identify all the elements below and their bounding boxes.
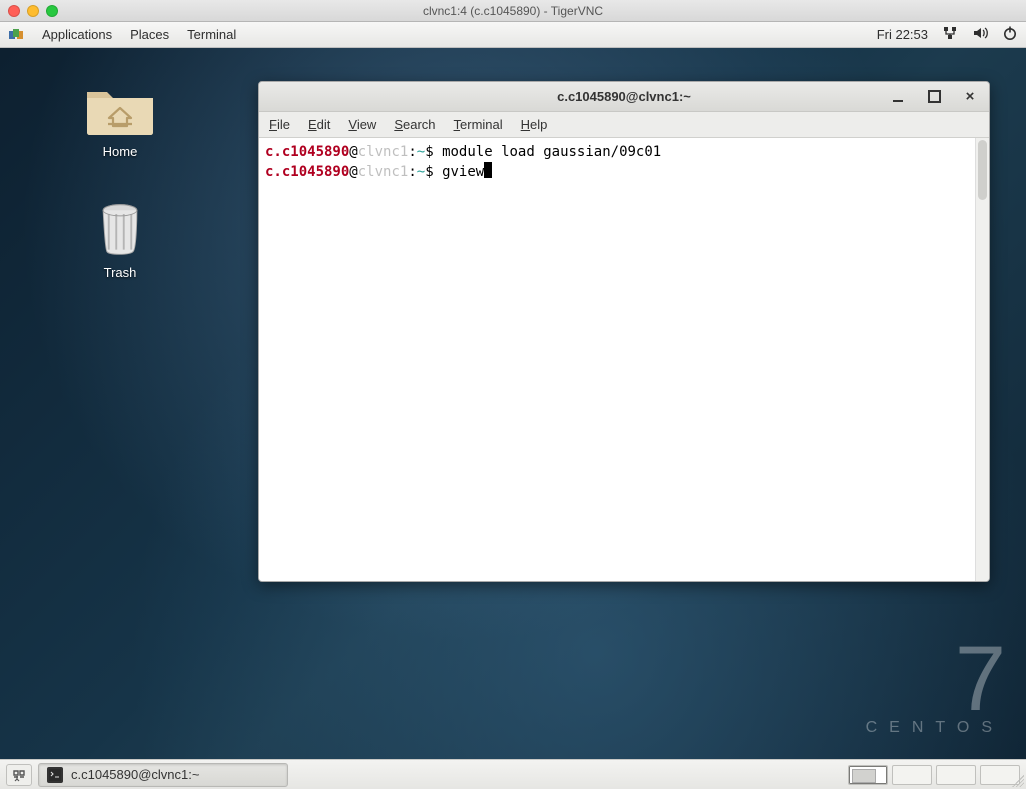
workspace-3[interactable] bbox=[936, 765, 976, 785]
menu-file[interactable]: File bbox=[269, 117, 290, 132]
terminal-scrollbar[interactable] bbox=[975, 138, 989, 581]
terminal-titlebar[interactable]: c.c1045890@clvnc1:~ × bbox=[259, 82, 989, 112]
desktop[interactable]: Home Trash 7 CENTOS c.c10 bbox=[0, 48, 1026, 759]
workspace-1[interactable] bbox=[848, 765, 888, 785]
menu-view[interactable]: View bbox=[348, 117, 376, 132]
minimize-button[interactable] bbox=[885, 87, 911, 107]
terminal-task-icon bbox=[47, 767, 63, 783]
terminal-window: c.c1045890@clvnc1:~ × File Edit View Sea… bbox=[258, 81, 990, 582]
centos-version: 7 bbox=[866, 647, 1004, 711]
terminal-line: c.c1045890@clvnc1:~$ gview bbox=[265, 164, 492, 180]
terminal-menubar: File Edit View Search Terminal Help bbox=[259, 112, 989, 138]
desktop-icons: Home Trash bbox=[40, 78, 200, 280]
workspace-2[interactable] bbox=[892, 765, 932, 785]
taskbar-terminal-button[interactable]: c.c1045890@clvnc1:~ bbox=[38, 763, 288, 787]
mac-close-button[interactable] bbox=[8, 5, 20, 17]
mac-traffic-lights bbox=[8, 5, 58, 17]
menu-applications[interactable]: Applications bbox=[42, 27, 112, 42]
mac-titlebar: clvnc1:4 (c.c1045890) - TigerVNC bbox=[0, 0, 1026, 22]
menu-edit[interactable]: Edit bbox=[308, 117, 330, 132]
workspace-switcher bbox=[848, 765, 1020, 785]
mac-minimize-button[interactable] bbox=[27, 5, 39, 17]
home-folder-icon[interactable]: Home bbox=[60, 78, 180, 159]
vnc-viewport: Applications Places Terminal Fri 22:53 bbox=[0, 22, 1026, 789]
gnome-top-panel: Applications Places Terminal Fri 22:53 bbox=[0, 22, 1026, 48]
trash-icon[interactable]: Trash bbox=[60, 199, 180, 280]
terminal-body[interactable]: c.c1045890@clvnc1:~$ module load gaussia… bbox=[259, 138, 989, 581]
clock[interactable]: Fri 22:53 bbox=[877, 27, 928, 42]
scrollbar-thumb[interactable] bbox=[978, 140, 987, 200]
menu-help[interactable]: Help bbox=[521, 117, 548, 132]
centos-name: CENTOS bbox=[866, 719, 1004, 737]
terminal-line: c.c1045890@clvnc1:~$ module load gaussia… bbox=[265, 144, 661, 160]
window-list-button[interactable] bbox=[6, 764, 32, 786]
resize-grip[interactable] bbox=[1012, 775, 1024, 787]
close-button[interactable]: × bbox=[957, 87, 983, 107]
maximize-button[interactable] bbox=[921, 87, 947, 107]
menu-places[interactable]: Places bbox=[130, 27, 169, 42]
menu-search[interactable]: Search bbox=[394, 117, 435, 132]
volume-icon[interactable] bbox=[972, 25, 988, 44]
power-icon[interactable] bbox=[1002, 25, 1018, 44]
applications-icon bbox=[8, 27, 24, 43]
terminal-cmd-0: module load gaussian/09c01 bbox=[442, 144, 661, 160]
mac-window-title: clvnc1:4 (c.c1045890) - TigerVNC bbox=[0, 4, 1026, 18]
menu-terminal[interactable]: Terminal bbox=[454, 117, 503, 132]
taskbar-terminal-label: c.c1045890@clvnc1:~ bbox=[71, 767, 199, 782]
network-icon[interactable] bbox=[942, 25, 958, 44]
terminal-cmd-1: gview bbox=[442, 164, 484, 180]
menu-active-app[interactable]: Terminal bbox=[187, 27, 236, 42]
trash-label: Trash bbox=[104, 265, 137, 280]
home-folder-label: Home bbox=[103, 144, 138, 159]
mac-zoom-button[interactable] bbox=[46, 5, 58, 17]
gnome-bottom-panel: c.c1045890@clvnc1:~ bbox=[0, 759, 1026, 789]
terminal-cursor bbox=[484, 162, 492, 178]
terminal-title: c.c1045890@clvnc1:~ bbox=[259, 89, 989, 104]
centos-brand: 7 CENTOS bbox=[866, 647, 1004, 737]
